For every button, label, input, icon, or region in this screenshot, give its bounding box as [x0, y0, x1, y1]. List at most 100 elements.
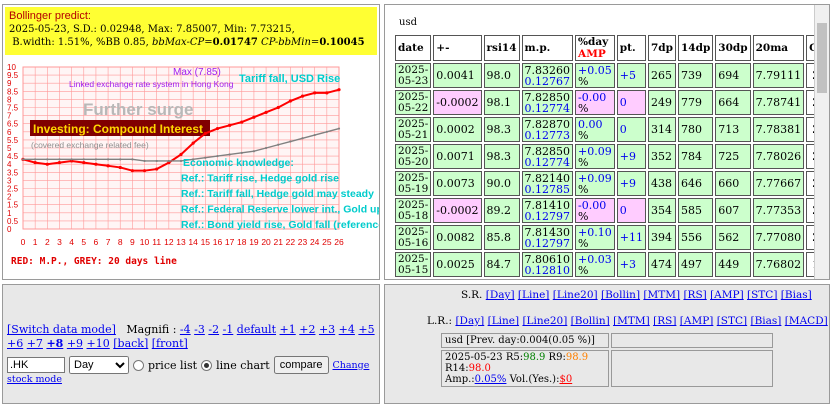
cell-rsi14: 98.0 [483, 63, 520, 88]
table-header-row: date +- rsi14 m.p. %day AMP pt. 7dp 14dp … [395, 35, 829, 61]
day-pct-sign: % [578, 236, 589, 250]
magnifi-option[interactable]: +9 [67, 337, 83, 350]
r14-value: 98.0 [468, 363, 491, 374]
table-body: 2025- 05-23 0.0041 98.0 7.83260 0.12767 +0.05%… [395, 63, 829, 277]
table-scrollbar[interactable] [814, 5, 829, 279]
cell-pt: +9 [616, 144, 646, 169]
magnifi-option[interactable]: +1 [280, 323, 296, 336]
cell-date: 2025- 05-21 [395, 117, 432, 142]
x-tick-label: 6 [94, 237, 99, 247]
date-day: 05-20 [398, 155, 429, 168]
cell-20ma: 7.78381 [752, 117, 805, 142]
magnifi-option[interactable]: +3 [319, 323, 335, 336]
d7-value: 314 [650, 123, 672, 136]
price-list-radio[interactable] [133, 359, 144, 371]
sr-link[interactable]: [Bollin] [601, 289, 640, 301]
pt-value: 0 [619, 123, 627, 136]
lr-link[interactable]: [Bias] [750, 315, 781, 327]
predict-line1: 2025-05-23, S.D.: 0.02948, Max: 7.85007,… [9, 24, 295, 35]
change-value: -0.0002 [436, 96, 479, 109]
lr-link[interactable]: [STC] [717, 315, 747, 327]
magnifi-option[interactable]: -3 [194, 323, 205, 336]
cell-change: -0.0002 [433, 90, 482, 115]
magnifi-option[interactable]: -2 [208, 323, 219, 336]
cell-20ma: 7.77667 [752, 171, 805, 196]
d14-value: 784 [680, 150, 702, 163]
cell-14dp: 497 [677, 252, 714, 277]
sr-link[interactable]: [Line20] [553, 289, 598, 301]
knowledge-item: Ref.: Bond yield rise, Gold fall (refere… [181, 219, 379, 231]
sr-links-row: S.R. [Day] [Line] [Line20] [Bollin] [MTM… [461, 289, 812, 301]
data-point-mp [106, 164, 110, 168]
mp-inverse: 0.12767 [524, 74, 571, 88]
sr-link[interactable]: [RS] [683, 289, 706, 301]
sr-link[interactable]: [MTM] [643, 289, 680, 301]
vol-link[interactable]: $0 [559, 374, 572, 385]
d7-value: 265 [650, 69, 672, 82]
cell-mp: 7.82870 0.12773 [521, 117, 574, 142]
d30-value: 562 [718, 231, 740, 244]
date-day: 05-18 [398, 209, 429, 222]
cell-14dp: 779 [677, 90, 714, 115]
sr-link[interactable]: [Bias] [781, 289, 812, 301]
stock-mode-link[interactable]: stock mode [7, 374, 62, 385]
magnifi-option[interactable]: [back] [113, 337, 148, 350]
sr-link[interactable]: [STC] [747, 289, 777, 301]
d7-value: 438 [650, 177, 672, 190]
magnifi-option[interactable]: +2 [299, 323, 315, 336]
lr-link[interactable]: [Bollin] [571, 315, 610, 327]
sr-link[interactable]: [Line] [518, 289, 550, 301]
empty-cell-1 [611, 333, 773, 348]
magnifi-option[interactable]: +5 [358, 323, 374, 336]
compare-button[interactable]: compare [273, 356, 329, 374]
data-point-ma [277, 143, 280, 146]
magnifi-option[interactable]: [front] [152, 337, 188, 350]
data-point-mp [179, 152, 183, 157]
lr-link[interactable]: [Line20] [522, 315, 567, 327]
date-year: 2025- [398, 252, 429, 265]
cell-pt: 0 [616, 117, 646, 142]
cell-30dp: 713 [715, 117, 751, 142]
col-30dp: 30dp [715, 35, 751, 61]
data-point-ma [179, 159, 183, 163]
magnifi-option[interactable]: +8 [46, 337, 63, 350]
lr-link[interactable]: [AMP] [680, 315, 714, 327]
switch-data-mode-link[interactable]: [Switch data mode] [7, 323, 116, 336]
date-year: 2025- [398, 144, 429, 157]
magnifi-option[interactable]: -4 [180, 323, 191, 336]
magnifi-option[interactable]: -1 [223, 323, 234, 336]
lr-link[interactable]: [Line] [488, 315, 520, 327]
cell-rsi14: 98.3 [483, 144, 520, 169]
lr-link[interactable]: [MTM] [613, 315, 650, 327]
lr-link[interactable]: [MACD] [785, 315, 828, 327]
stock-code-input[interactable] [7, 357, 65, 373]
cell-day-pct: +0.09% [575, 144, 615, 169]
amp-label: Amp.: [445, 374, 475, 385]
data-point-ma [167, 159, 170, 163]
scrollbar-thumb[interactable] [817, 23, 827, 93]
cell-pt: 0 [616, 90, 646, 115]
d14-value: 780 [680, 123, 702, 136]
line-chart-radio[interactable] [201, 359, 213, 371]
period-select[interactable]: Day [69, 356, 129, 374]
amp-link[interactable]: 0.05% [475, 374, 507, 385]
cell-20ma: 7.79111 [752, 63, 805, 88]
magnifi-option[interactable]: +7 [27, 337, 43, 350]
sr-link[interactable]: [Day] [486, 289, 515, 301]
query-row: Day price list line chart compare Change [7, 356, 369, 374]
day-pct-sign: % [578, 263, 589, 277]
change-link[interactable]: Change [333, 360, 370, 371]
cell-mp: 7.80610 0.12810 [521, 252, 574, 277]
magnifi-option[interactable]: +10 [87, 337, 110, 350]
magnifi-option[interactable]: +6 [7, 337, 23, 350]
data-point-mp [118, 165, 122, 170]
magnifi-option[interactable]: default [237, 323, 276, 336]
lr-link[interactable]: [RS] [653, 315, 676, 327]
cell-change: 0.0002 [433, 117, 482, 142]
magnifi-option[interactable]: +4 [339, 323, 355, 336]
cell-day-pct: 0.00% [575, 117, 615, 142]
sr-link[interactable]: [AMP] [710, 289, 744, 301]
lr-link[interactable]: [Day] [455, 315, 484, 327]
cell-change: 0.0073 [433, 171, 482, 196]
cell-change: 0.0082 [433, 225, 482, 250]
